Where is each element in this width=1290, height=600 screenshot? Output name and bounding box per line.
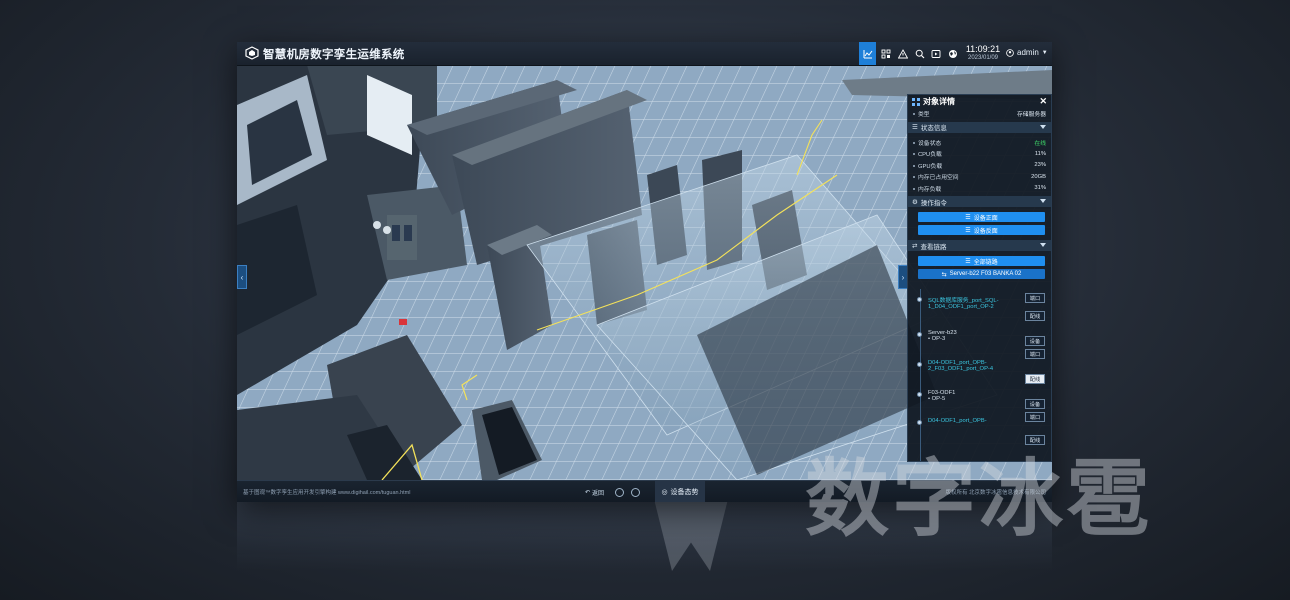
panel-title: 对象详情 [923, 97, 955, 106]
logo-icon [245, 46, 259, 60]
clock-time: 11:09:21 [965, 44, 1001, 54]
footer-engine-text: 基于图观™数字孪生应用开发引擎构建 www.digihail.com/tugua… [243, 490, 411, 496]
ops-section-header[interactable]: ⚙ 操作指令 [908, 196, 1051, 207]
status-row: 内存已占用空间 20GB [908, 171, 1051, 183]
qrcode-icon[interactable] [877, 42, 894, 65]
locate-icon[interactable] [615, 486, 624, 498]
status-row: 设备状态 在线 [908, 137, 1051, 149]
globe-icon: ◎ [661, 489, 668, 496]
list-icon: ☰ [912, 124, 918, 131]
swap-icon: ⇆ [941, 271, 947, 278]
node-dot [917, 332, 922, 337]
globe-icon[interactable] [944, 42, 961, 65]
device-front-button[interactable]: ☰ 设备正面 [918, 212, 1045, 222]
link-chain: 端口 SQL数据库服务_port_SQL- 1_D04_ODF1_port_OP… [908, 289, 1051, 461]
chart-icon[interactable] [859, 42, 876, 65]
node-dot [917, 420, 922, 425]
clock-date: 2023/01/09 [967, 55, 999, 61]
back-button[interactable]: ↶ 返回 [585, 486, 604, 498]
top-bar: 智慧机房数字孪生运维系统 11:09:21 2023/01/09 admin ▼ [237, 42, 1052, 66]
node-dot [917, 362, 922, 367]
chevron-down-icon [1040, 199, 1046, 203]
status-row: GPU负载 23% [908, 160, 1051, 172]
chain-node[interactable]: SQL数据库服务_port_SQL- 1_D04_ODF1_port_OP-2 [917, 295, 1051, 310]
search-icon[interactable] [911, 42, 928, 65]
node-dot [917, 297, 922, 302]
panel-header: 对象详情 ✕ [908, 95, 1051, 108]
grid-icon [912, 97, 920, 106]
back-icon: ↶ [585, 489, 591, 496]
command-icon: ⚙ [912, 198, 918, 206]
rotate-icon[interactable] [631, 486, 640, 498]
node-dot [917, 392, 922, 397]
status-row: CPU负载 11% [908, 148, 1051, 160]
match-button-active[interactable]: 配线 [1025, 374, 1045, 384]
port-button[interactable]: 端口 [1025, 349, 1045, 359]
status-row: 内存负载 31% [908, 183, 1051, 195]
device-button[interactable]: 设备 [1025, 336, 1045, 346]
close-icon[interactable]: ✕ [1039, 96, 1047, 107]
list-icon: ☰ [965, 214, 971, 221]
user-menu[interactable]: admin ▼ [1006, 48, 1048, 57]
link-icon: ⇄ [912, 242, 918, 250]
user-name: admin [1017, 48, 1039, 57]
chevron-down-icon [1040, 124, 1046, 129]
chevron-down-icon [1040, 243, 1046, 247]
chain-node[interactable]: D04-ODF1_port_OPB- 2_F03_ODF1_port_OP-4 [917, 360, 1051, 372]
status-section-header[interactable]: ☰ 状态信息 [908, 121, 1051, 133]
list-icon: ☰ [965, 258, 971, 265]
device-trend-button[interactable]: ◎ 设备态势 [655, 481, 705, 502]
chain-node[interactable]: D04-ODF1_port_OPB- [917, 418, 1051, 425]
warning-icon[interactable] [894, 42, 911, 65]
user-icon [1006, 48, 1014, 57]
server-link-button[interactable]: ⇆ Server-b22 F03 BANKA 02 [918, 269, 1045, 279]
links-section-header[interactable]: ⇄ 查看链路 [908, 240, 1051, 251]
object-detail-panel: 对象详情 ✕ 类型 存储服务器 ☰ 状态信息 设备状态 在线 CPU负载 11% G… [907, 94, 1052, 462]
match-button[interactable]: 配线 [1025, 311, 1045, 321]
info-row-type: 类型 存储服务器 [908, 108, 1051, 120]
device-button[interactable]: 设备 [1025, 399, 1045, 409]
clock: 11:09:21 2023/01/09 [965, 44, 1001, 62]
list-icon: ☰ [965, 227, 971, 234]
brand-watermark: 数字冰雹 [805, 450, 1154, 548]
all-links-button[interactable]: ☰ 全部链路 [918, 256, 1045, 266]
chevron-down-icon: ▼ [1041, 49, 1048, 56]
device-back-button[interactable]: ☰ 设备反面 [918, 225, 1045, 235]
play-icon[interactable] [927, 42, 944, 65]
app-title: 智慧机房数字孪生运维系统 [263, 49, 405, 61]
left-collapse-arrow[interactable]: ‹ [237, 265, 247, 289]
